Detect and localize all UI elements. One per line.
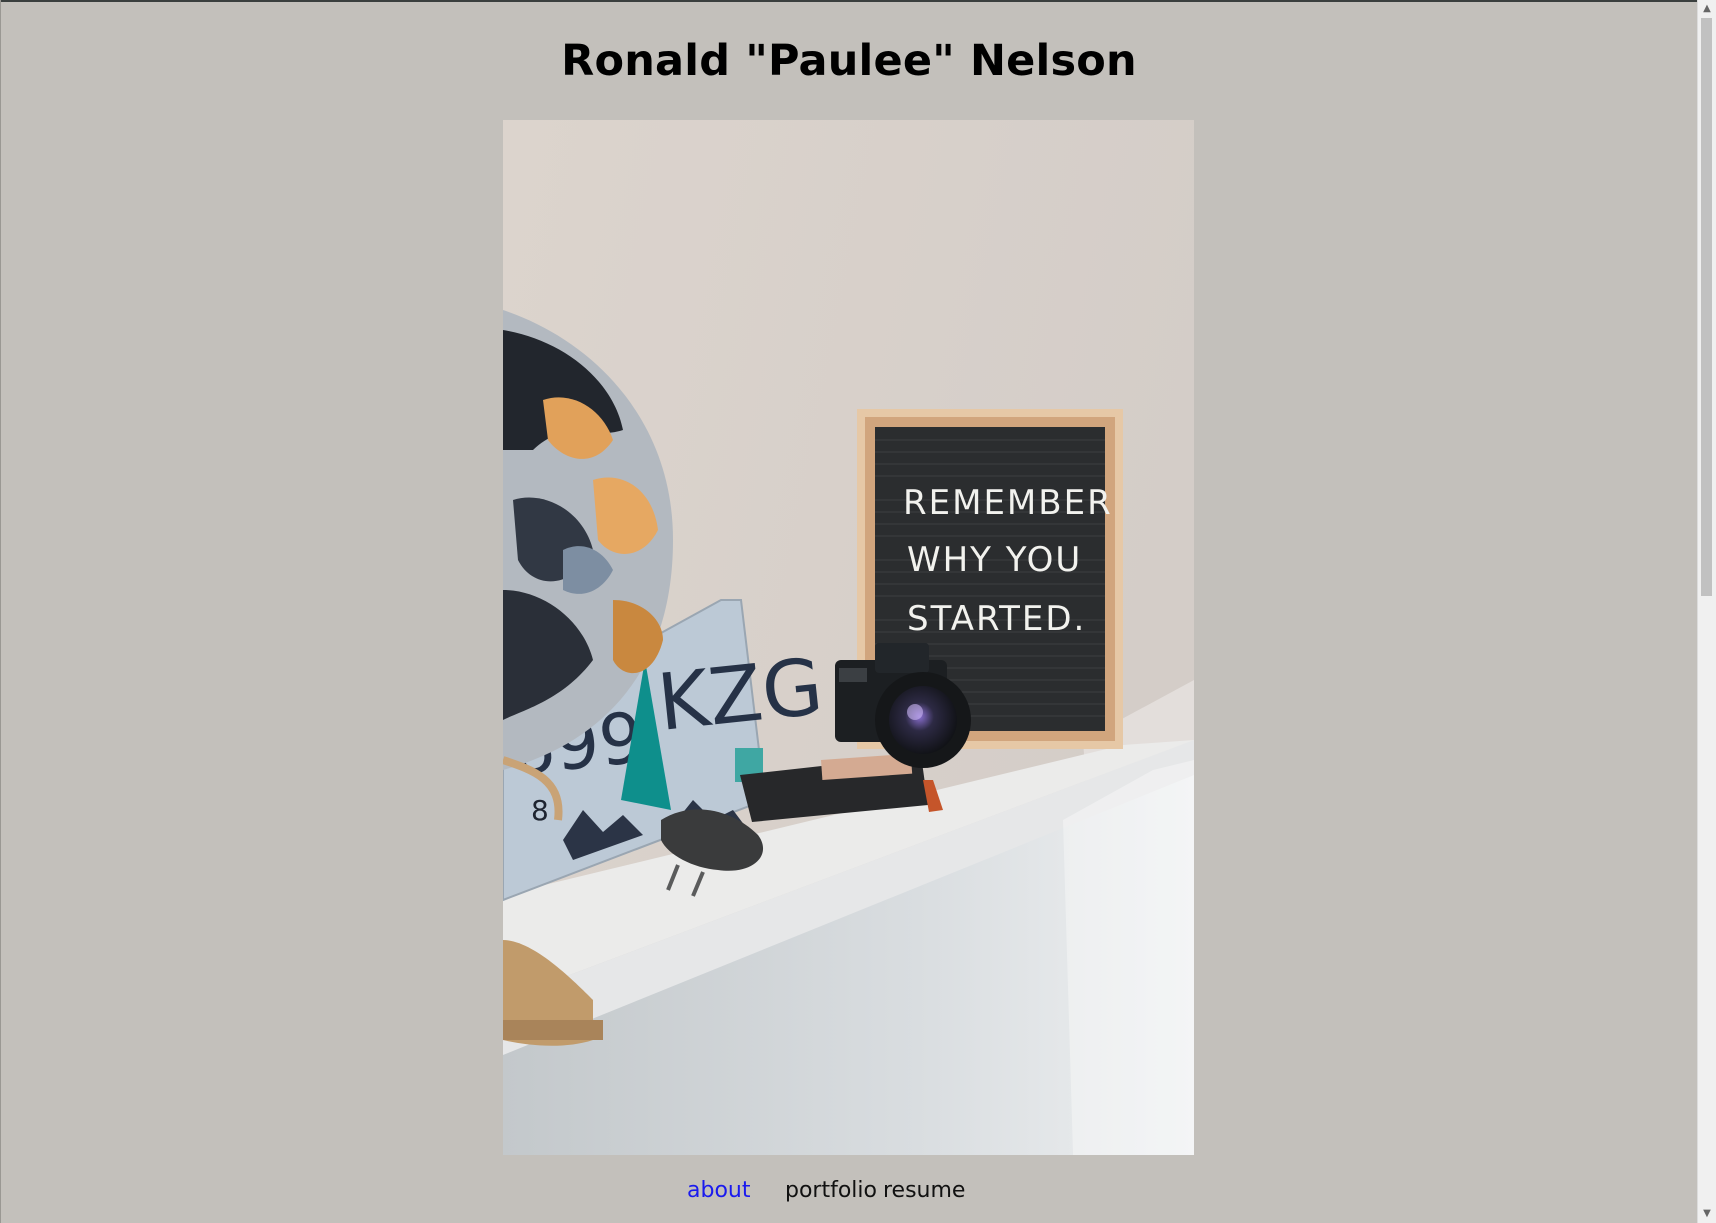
scrollbar-thumb[interactable] bbox=[1701, 18, 1712, 596]
nav-resume-link[interactable]: resume bbox=[883, 1178, 965, 1203]
window-top-border bbox=[0, 0, 1716, 2]
page-title: Ronald "Paulee" Nelson bbox=[561, 36, 1137, 86]
main-nav: about portfolio resume bbox=[0, 1178, 1698, 1208]
scroll-down-arrow-icon[interactable]: ▼ bbox=[1698, 1209, 1716, 1219]
nav-about-link[interactable]: about bbox=[687, 1178, 750, 1203]
window-left-border bbox=[0, 0, 1, 1223]
letterboard-line-3: STARTED. bbox=[907, 599, 1086, 639]
plate-small: 8 bbox=[531, 794, 549, 827]
vertical-scrollbar[interactable]: ▲ ▼ bbox=[1697, 0, 1716, 1223]
plate-text: KZG bbox=[654, 642, 828, 749]
scroll-up-arrow-icon[interactable]: ▲ bbox=[1698, 4, 1716, 14]
nav-portfolio-link[interactable]: portfolio bbox=[785, 1178, 877, 1203]
letterboard-line-2: WHY YOU bbox=[907, 540, 1082, 580]
hero-photo: REMEMBER WHY YOU STARTED. KZG 699 8 bbox=[503, 120, 1194, 1155]
letterboard-line-1: REMEMBER bbox=[903, 483, 1113, 523]
